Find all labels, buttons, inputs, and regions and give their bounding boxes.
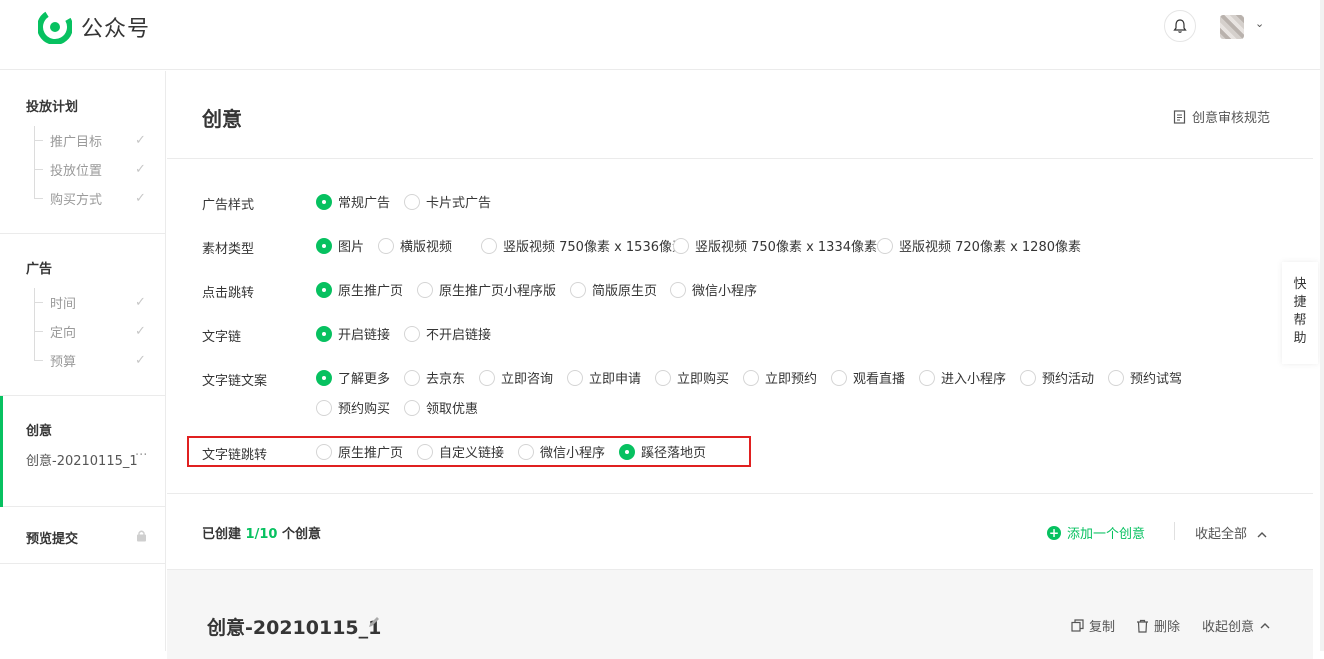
radio-consult[interactable]: 立即咨询 bbox=[479, 368, 553, 387]
sidebar-group-ad: 广告 时间 ✓ 定向 ✓ 预算 ✓ bbox=[0, 234, 165, 396]
sidebar-item-targeting[interactable]: 定向 ✓ bbox=[0, 317, 165, 346]
label-text-link: 文字链 bbox=[202, 330, 242, 345]
trash-icon bbox=[1137, 619, 1148, 633]
collapse-all-button[interactable]: 收起全部 bbox=[1195, 523, 1267, 542]
radio-vertical-video-1536[interactable]: 竖版视频 750像素 x 1536像素 bbox=[481, 236, 685, 255]
radio-mini-program[interactable]: 微信小程序 bbox=[670, 280, 757, 299]
radio-book-now[interactable]: 立即预约 bbox=[743, 368, 817, 387]
lock-icon bbox=[137, 530, 146, 542]
notification-button[interactable] bbox=[1164, 10, 1196, 42]
sidebar-item-placement[interactable]: 投放位置 ✓ bbox=[0, 155, 165, 184]
app-title: 公众号 bbox=[81, 17, 151, 42]
radio-horizontal-video[interactable]: 横版视频 bbox=[378, 236, 452, 255]
add-creative-button[interactable]: + 添加一个创意 bbox=[1047, 523, 1145, 542]
radio-enter-mini-program[interactable]: 进入小程序 bbox=[919, 368, 1006, 387]
sidebar-item-creative[interactable]: 创意-20210115_1 ··· bbox=[0, 448, 165, 480]
radio-disable-link[interactable]: 不开启链接 bbox=[404, 324, 491, 343]
chevron-up-icon bbox=[1257, 532, 1267, 538]
check-icon: ✓ bbox=[135, 162, 146, 177]
sidebar-group-plan: 投放计划 推广目标 ✓ 投放位置 ✓ 购买方式 ✓ bbox=[0, 71, 165, 234]
sidebar-title-creative[interactable]: 创意 bbox=[0, 396, 165, 450]
radio-regular-ad[interactable]: 常规广告 bbox=[316, 192, 390, 211]
check-icon: ✓ bbox=[135, 295, 146, 310]
radio-simple-native-page[interactable]: 简版原生页 bbox=[570, 280, 657, 299]
label-ad-style: 广告样式 bbox=[202, 198, 255, 213]
scrollbar[interactable] bbox=[1320, 0, 1324, 651]
document-icon bbox=[1173, 109, 1186, 124]
edit-icon[interactable] bbox=[367, 615, 381, 629]
highlight-annotation-box bbox=[187, 436, 751, 467]
label-text-link-copy: 文字链文案 bbox=[202, 374, 268, 389]
radio-book-event[interactable]: 预约活动 bbox=[1020, 368, 1094, 387]
app-logo[interactable]: 公众号 bbox=[38, 10, 150, 44]
radio-watch-live[interactable]: 观看直播 bbox=[831, 368, 905, 387]
check-icon: ✓ bbox=[135, 191, 146, 206]
sidebar-title-ad[interactable]: 广告 bbox=[0, 234, 165, 288]
radio-get-coupon[interactable]: 领取优惠 bbox=[404, 398, 478, 417]
radio-book-purchase[interactable]: 预约购买 bbox=[316, 398, 390, 417]
quick-help-tab[interactable]: 快 捷 帮 助 bbox=[1282, 262, 1318, 364]
sidebar-group-creative: 创意 创意-20210115_1 ··· bbox=[0, 396, 165, 507]
creative-card-header: 创意-20210115_1 复制 删除 收起创意 bbox=[167, 569, 1313, 659]
collapse-creative-button[interactable]: 收起创意 bbox=[1202, 616, 1270, 635]
radio-vertical-video-1334[interactable]: 竖版视频 750像素 x 1334像素 bbox=[673, 236, 877, 255]
radio-go-jd[interactable]: 去京东 bbox=[404, 368, 465, 387]
check-icon: ✓ bbox=[135, 133, 146, 148]
sidebar-title-plan[interactable]: 投放计划 bbox=[0, 71, 165, 126]
audit-guidelines-link[interactable]: 创意审核规范 bbox=[1173, 107, 1270, 126]
page-title: 创意 bbox=[202, 107, 242, 131]
more-icon[interactable]: ··· bbox=[135, 448, 147, 463]
creative-name: 创意-20210115_1 bbox=[207, 617, 382, 639]
plus-circle-icon: + bbox=[1047, 525, 1061, 540]
sidebar-item-buying[interactable]: 购买方式 ✓ bbox=[0, 184, 165, 213]
radio-vertical-video-1280[interactable]: 竖版视频 720像素 x 1280像素 bbox=[877, 236, 1081, 255]
sidebar: 投放计划 推广目标 ✓ 投放位置 ✓ 购买方式 ✓ 广告 时间 ✓ 定向 ✓ 预算 ✓ 创意… bbox=[0, 71, 166, 651]
created-count: 已创建 1/10 个创意 bbox=[202, 527, 321, 542]
delete-button[interactable]: 删除 bbox=[1136, 616, 1180, 635]
radio-native-page-mini[interactable]: 原生推广页小程序版 bbox=[417, 280, 556, 299]
wechat-official-logo-icon bbox=[38, 10, 72, 44]
check-icon: ✓ bbox=[135, 324, 146, 339]
radio-learn-more[interactable]: 了解更多 bbox=[316, 368, 390, 387]
sidebar-item-budget[interactable]: 预算 ✓ bbox=[0, 346, 165, 375]
top-bar: 公众号 ⌄ bbox=[0, 0, 1324, 70]
sidebar-group-submit: 预览提交 bbox=[0, 507, 165, 564]
radio-buy-now[interactable]: 立即购买 bbox=[655, 368, 729, 387]
chevron-up-icon bbox=[1260, 623, 1270, 629]
copy-icon bbox=[1071, 619, 1084, 632]
bell-icon bbox=[1173, 19, 1187, 33]
copy-button[interactable]: 复制 bbox=[1071, 616, 1115, 635]
label-click-jump: 点击跳转 bbox=[202, 286, 255, 301]
label-material-type: 素材类型 bbox=[202, 242, 255, 257]
chevron-down-icon[interactable]: ⌄ bbox=[1255, 17, 1264, 30]
radio-book-test-drive[interactable]: 预约试驾 bbox=[1108, 368, 1182, 387]
sidebar-item-goal[interactable]: 推广目标 ✓ bbox=[0, 126, 165, 155]
sidebar-item-time[interactable]: 时间 ✓ bbox=[0, 288, 165, 317]
radio-image[interactable]: 图片 bbox=[316, 236, 364, 255]
avatar[interactable] bbox=[1220, 15, 1244, 39]
radio-enable-link[interactable]: 开启链接 bbox=[316, 324, 390, 343]
radio-apply[interactable]: 立即申请 bbox=[567, 368, 641, 387]
check-icon: ✓ bbox=[135, 353, 146, 368]
radio-native-page[interactable]: 原生推广页 bbox=[316, 280, 403, 299]
radio-card-ad[interactable]: 卡片式广告 bbox=[404, 192, 491, 211]
